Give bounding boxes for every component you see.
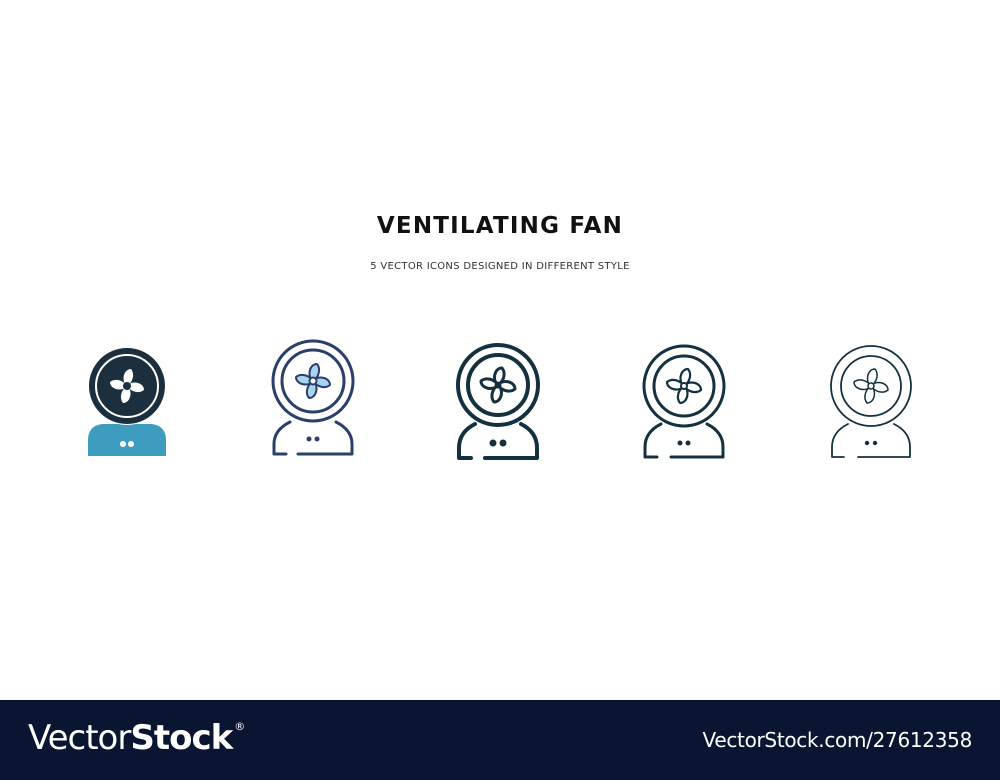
vectorstock-logo[interactable]: VectorStock ® bbox=[28, 718, 245, 758]
image-credit: VectorStock.com/27612358 bbox=[702, 728, 973, 752]
icon-row bbox=[0, 330, 1000, 480]
registered-mark: ® bbox=[234, 720, 246, 733]
footer-bar: VectorStock ® VectorStock.com/27612358 bbox=[0, 700, 1000, 780]
page-title: VENTILATING FAN bbox=[376, 213, 624, 239]
page-subtitle: 5 VECTOR ICONS DESIGNED IN DIFFERENT STY… bbox=[370, 261, 630, 272]
ventilating-fan-icon-filled-outline bbox=[258, 330, 368, 470]
logo-light-text: Vector bbox=[28, 718, 131, 758]
logo-bold-text: Stock bbox=[130, 718, 233, 758]
ventilating-fan-icon-bold-outline bbox=[443, 330, 553, 470]
ventilating-fan-icon-thin-outline bbox=[816, 330, 926, 470]
canvas: VENTILATING FAN 5 VECTOR ICONS DESIGNED … bbox=[0, 0, 1000, 700]
ventilating-fan-icon-glyph bbox=[72, 330, 182, 470]
ventilating-fan-icon-medium-outline bbox=[629, 330, 739, 470]
